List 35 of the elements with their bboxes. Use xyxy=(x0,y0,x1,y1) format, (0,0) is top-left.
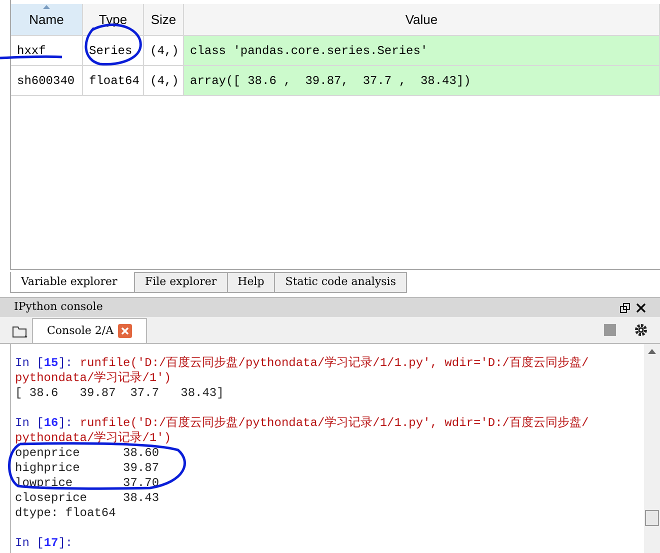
close-tab-icon[interactable] xyxy=(118,324,132,338)
folder-icon[interactable] xyxy=(12,324,28,338)
ink-underline xyxy=(0,55,62,60)
console-output-line: dtype: float64 xyxy=(15,506,117,521)
table-cell: Series xyxy=(83,36,144,65)
console-tab[interactable]: Console 2/A xyxy=(32,318,147,343)
console-output-line: highprice 39.87 xyxy=(15,461,160,476)
pane-title: IPython console xyxy=(14,299,104,316)
table-cell: hxxf xyxy=(11,36,83,65)
console-code-line: pythondata/学习记录/1') xyxy=(15,371,172,386)
table-cell: float64 xyxy=(83,66,144,95)
table-cell: sh600340 xyxy=(11,66,83,95)
console-output-line: closeprice 38.43 xyxy=(15,491,160,506)
scroll-thumb[interactable] xyxy=(645,510,659,526)
column-header[interactable]: Value xyxy=(184,4,660,35)
console-input-line: In [16]: runfile('D:/百度云同步盘/pythondata/学习记录/1/1.py', wdir='D:/百度云同步盘/ xyxy=(15,416,590,431)
undock-icon[interactable] xyxy=(620,302,630,312)
scrollbar[interactable] xyxy=(644,344,660,553)
console-input-line: In [17]: xyxy=(15,536,74,551)
sort-arrow-icon xyxy=(43,5,50,9)
console-output-line: openprice 38.60 xyxy=(15,446,160,461)
close-icon[interactable] xyxy=(636,302,646,312)
column-header[interactable]: Name xyxy=(11,4,83,35)
tab[interactable]: Help xyxy=(226,272,276,293)
tab[interactable]: Variable explorer xyxy=(10,272,135,293)
scroll-up-icon[interactable] xyxy=(648,349,656,354)
tab[interactable]: File explorer xyxy=(134,272,228,293)
column-header[interactable]: Size xyxy=(144,4,184,35)
table-cell: class 'pandas.core.series.Series' xyxy=(184,36,660,65)
console-output-line: [ 38.6 39.87 37.7 38.43] xyxy=(15,386,225,401)
gear-icon[interactable] xyxy=(634,323,648,337)
table-cell: array([ 38.6 , 39.87, 37.7 , 38.43]) xyxy=(184,66,660,95)
console-input-line: In [15]: runfile('D:/百度云同步盘/pythondata/学习记录/1/1.py', wdir='D:/百度云同步盘/ xyxy=(15,356,590,371)
console-code-line: pythondata/学习记录/1') xyxy=(15,431,172,446)
tab[interactable]: Static code analysis xyxy=(274,272,407,293)
